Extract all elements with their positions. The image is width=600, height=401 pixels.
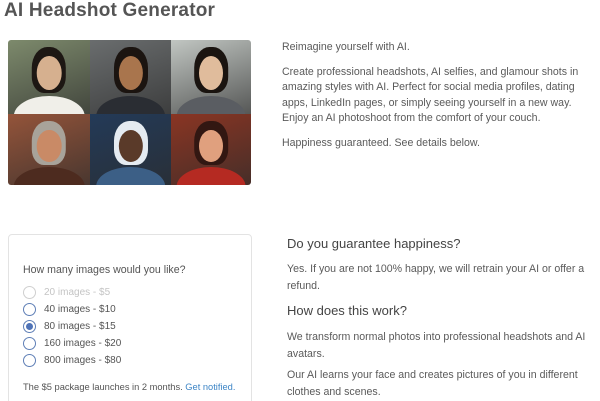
faq-answer-how-more: Our AI learns your face and creates pict… xyxy=(287,369,578,398)
pricing-question: How many images would you like? xyxy=(23,264,186,276)
option-20-images[interactable]: 20 images - $5 xyxy=(23,285,110,299)
headshot-man-suit xyxy=(90,40,171,114)
intro-tagline: Reimagine yourself with AI. xyxy=(282,41,410,53)
launch-text: The $5 package launches in 2 months. xyxy=(23,382,183,392)
intro-text: Reimagine yourself with AI. Create profe… xyxy=(282,40,594,160)
portrait-body xyxy=(95,167,166,185)
launch-note: The $5 package launches in 2 months. Get… xyxy=(23,382,235,392)
option-80-images[interactable]: 80 images - $15 xyxy=(23,319,116,333)
radio-button-selected[interactable] xyxy=(23,319,36,333)
avatar-white-haired-sage xyxy=(90,114,171,185)
avatar-wonder-woman xyxy=(171,114,251,185)
radio-selected-dot xyxy=(26,322,33,330)
pricing-card: How many images would you like? 20 image… xyxy=(8,234,252,401)
faq-question-guarantee: Do you guarantee happiness? xyxy=(287,236,461,251)
headshot-woman-street xyxy=(8,40,90,114)
headshot-gallery xyxy=(8,40,251,185)
option-label: 40 images - $10 xyxy=(44,303,116,315)
option-label: 160 images - $20 xyxy=(44,337,122,349)
faq-question-how: How does this work? xyxy=(287,303,407,318)
option-800-images[interactable]: 800 images - $80 xyxy=(23,353,121,367)
portrait-face xyxy=(199,129,223,163)
portrait-body xyxy=(176,167,246,185)
option-label: 800 images - $80 xyxy=(44,354,122,366)
portrait-face xyxy=(118,129,143,163)
avatar-bearded-warrior xyxy=(8,114,90,185)
intro-description: Create professional headshots, AI selfie… xyxy=(282,65,579,125)
radio-button[interactable] xyxy=(23,285,36,299)
faq-answer-how: We transform normal photos into professi… xyxy=(287,331,586,360)
radio-button[interactable] xyxy=(23,353,36,367)
portrait-face xyxy=(36,129,62,163)
option-label: 20 images - $5 xyxy=(44,286,111,298)
radio-button[interactable] xyxy=(23,302,36,316)
option-40-images[interactable]: 40 images - $10 xyxy=(23,302,116,316)
radio-button[interactable] xyxy=(23,336,36,350)
intro-guarantee: Happiness guaranteed. See details below. xyxy=(282,136,480,149)
page-title: AI Headshot Generator xyxy=(4,0,216,21)
portrait-face xyxy=(199,56,223,91)
option-label: 80 images - $15 xyxy=(44,320,116,332)
portrait-body xyxy=(176,95,246,114)
portrait-face xyxy=(36,56,62,91)
portrait-body xyxy=(13,167,85,185)
headshot-woman-blazer xyxy=(171,40,251,114)
option-160-images[interactable]: 160 images - $20 xyxy=(23,336,121,350)
portrait-body xyxy=(95,95,166,114)
get-notified-link[interactable]: Get notified. xyxy=(185,382,235,392)
portrait-body xyxy=(13,95,85,114)
faq-answer-guarantee: Yes. If you are not 100% happy, we will … xyxy=(287,263,585,292)
